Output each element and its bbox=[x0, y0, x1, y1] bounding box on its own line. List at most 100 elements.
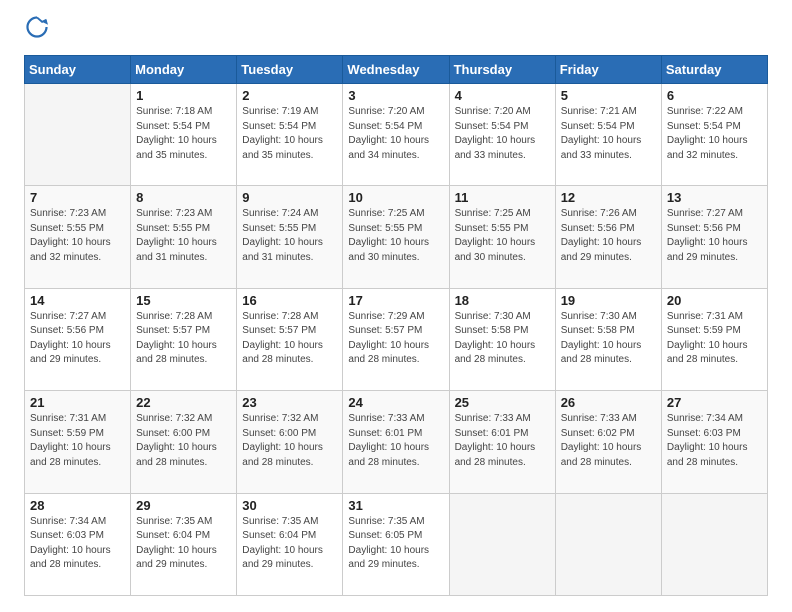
day-number: 26 bbox=[561, 395, 656, 410]
day-cell: 26 Sunrise: 7:33 AM Sunset: 6:02 PM Dayli… bbox=[555, 391, 661, 493]
day-cell bbox=[25, 84, 131, 186]
day-info: Sunrise: 7:30 AM Sunset: 5:58 PM Dayligh… bbox=[561, 310, 656, 368]
day-info: Sunrise: 7:20 AM Sunset: 5:54 PM Dayligh… bbox=[455, 105, 550, 163]
day-number: 13 bbox=[667, 190, 762, 205]
day-cell: 20 Sunrise: 7:31 AM Sunset: 5:59 PM Dayli… bbox=[661, 288, 767, 390]
day-cell: 30 Sunrise: 7:35 AM Sunset: 6:04 PM Dayli… bbox=[237, 493, 343, 595]
day-info: Sunrise: 7:22 AM Sunset: 5:54 PM Dayligh… bbox=[667, 105, 762, 163]
day-info: Sunrise: 7:32 AM Sunset: 6:00 PM Dayligh… bbox=[242, 412, 337, 470]
day-cell: 12 Sunrise: 7:26 AM Sunset: 5:56 PM Dayli… bbox=[555, 186, 661, 288]
weekday-header-row: SundayMondayTuesdayWednesdayThursdayFrid… bbox=[25, 56, 768, 84]
day-info: Sunrise: 7:27 AM Sunset: 5:56 PM Dayligh… bbox=[30, 310, 125, 368]
day-number: 22 bbox=[136, 395, 231, 410]
day-info: Sunrise: 7:23 AM Sunset: 5:55 PM Dayligh… bbox=[136, 207, 231, 265]
day-number: 14 bbox=[30, 293, 125, 308]
day-number: 1 bbox=[136, 88, 231, 103]
day-info: Sunrise: 7:34 AM Sunset: 6:03 PM Dayligh… bbox=[30, 515, 125, 573]
day-cell: 7Sunrise: 7:23 AM Sunset: 5:55 PM Daylig… bbox=[25, 186, 131, 288]
day-info: Sunrise: 7:34 AM Sunset: 6:03 PM Dayligh… bbox=[667, 412, 762, 470]
day-number: 21 bbox=[30, 395, 125, 410]
day-info: Sunrise: 7:19 AM Sunset: 5:54 PM Dayligh… bbox=[242, 105, 337, 163]
day-cell: 18Sunrise: 7:30 AM Sunset: 5:58 PM Dayli… bbox=[449, 288, 555, 390]
day-number: 8 bbox=[136, 190, 231, 205]
day-cell: 28Sunrise: 7:34 AM Sunset: 6:03 PM Dayli… bbox=[25, 493, 131, 595]
weekday-header-sunday: Sunday bbox=[25, 56, 131, 84]
day-info: Sunrise: 7:24 AM Sunset: 5:55 PM Dayligh… bbox=[242, 207, 337, 265]
week-row-5: 28Sunrise: 7:34 AM Sunset: 6:03 PM Dayli… bbox=[25, 493, 768, 595]
day-cell: 23Sunrise: 7:32 AM Sunset: 6:00 PM Dayli… bbox=[237, 391, 343, 493]
day-number: 5 bbox=[561, 88, 656, 103]
day-cell: 14 Sunrise: 7:27 AM Sunset: 5:56 PM Dayli… bbox=[25, 288, 131, 390]
day-info: Sunrise: 7:21 AM Sunset: 5:54 PM Dayligh… bbox=[561, 105, 656, 163]
day-info: Sunrise: 7:35 AM Sunset: 6:04 PM Dayligh… bbox=[242, 515, 337, 573]
weekday-header-monday: Monday bbox=[131, 56, 237, 84]
day-number: 9 bbox=[242, 190, 337, 205]
day-cell: 6 Sunrise: 7:22 AM Sunset: 5:54 PM Daylig… bbox=[661, 84, 767, 186]
day-number: 24 bbox=[348, 395, 443, 410]
day-cell bbox=[449, 493, 555, 595]
day-number: 4 bbox=[455, 88, 550, 103]
day-cell: 27 Sunrise: 7:34 AM Sunset: 6:03 PM Dayli… bbox=[661, 391, 767, 493]
day-cell: 10 Sunrise: 7:25 AM Sunset: 5:55 PM Dayli… bbox=[343, 186, 449, 288]
day-number: 15 bbox=[136, 293, 231, 308]
day-number: 6 bbox=[667, 88, 762, 103]
day-info: Sunrise: 7:26 AM Sunset: 5:56 PM Dayligh… bbox=[561, 207, 656, 265]
day-cell: 8 Sunrise: 7:23 AM Sunset: 5:55 PM Daylig… bbox=[131, 186, 237, 288]
day-number: 2 bbox=[242, 88, 337, 103]
day-cell: 25Sunrise: 7:33 AM Sunset: 6:01 PM Dayli… bbox=[449, 391, 555, 493]
weekday-header-saturday: Saturday bbox=[661, 56, 767, 84]
day-number: 11 bbox=[455, 190, 550, 205]
day-info: Sunrise: 7:31 AM Sunset: 5:59 PM Dayligh… bbox=[667, 310, 762, 368]
day-cell: 4 Sunrise: 7:20 AM Sunset: 5:54 PM Daylig… bbox=[449, 84, 555, 186]
day-info: Sunrise: 7:33 AM Sunset: 6:01 PM Dayligh… bbox=[348, 412, 443, 470]
day-number: 16 bbox=[242, 293, 337, 308]
day-info: Sunrise: 7:35 AM Sunset: 6:04 PM Dayligh… bbox=[136, 515, 231, 573]
header bbox=[24, 20, 768, 43]
day-info: Sunrise: 7:32 AM Sunset: 6:00 PM Dayligh… bbox=[136, 412, 231, 470]
page: SundayMondayTuesdayWednesdayThursdayFrid… bbox=[0, 0, 792, 612]
day-cell: 11 Sunrise: 7:25 AM Sunset: 5:55 PM Dayli… bbox=[449, 186, 555, 288]
day-cell: 29 Sunrise: 7:35 AM Sunset: 6:04 PM Dayli… bbox=[131, 493, 237, 595]
day-info: Sunrise: 7:27 AM Sunset: 5:56 PM Dayligh… bbox=[667, 207, 762, 265]
day-cell: 21 Sunrise: 7:31 AM Sunset: 5:59 PM Dayli… bbox=[25, 391, 131, 493]
weekday-header-tuesday: Tuesday bbox=[237, 56, 343, 84]
day-cell: 5 Sunrise: 7:21 AM Sunset: 5:54 PM Daylig… bbox=[555, 84, 661, 186]
week-row-1: 1 Sunrise: 7:18 AM Sunset: 5:54 PM Daylig… bbox=[25, 84, 768, 186]
week-row-3: 14 Sunrise: 7:27 AM Sunset: 5:56 PM Dayli… bbox=[25, 288, 768, 390]
day-info: Sunrise: 7:33 AM Sunset: 6:02 PM Dayligh… bbox=[561, 412, 656, 470]
day-number: 25 bbox=[455, 395, 550, 410]
calendar-table: SundayMondayTuesdayWednesdayThursdayFrid… bbox=[24, 55, 768, 596]
day-number: 19 bbox=[561, 293, 656, 308]
day-cell: 2 Sunrise: 7:19 AM Sunset: 5:54 PM Daylig… bbox=[237, 84, 343, 186]
day-info: Sunrise: 7:25 AM Sunset: 5:55 PM Dayligh… bbox=[455, 207, 550, 265]
day-cell: 15Sunrise: 7:28 AM Sunset: 5:57 PM Dayli… bbox=[131, 288, 237, 390]
day-info: Sunrise: 7:18 AM Sunset: 5:54 PM Dayligh… bbox=[136, 105, 231, 163]
day-info: Sunrise: 7:25 AM Sunset: 5:55 PM Dayligh… bbox=[348, 207, 443, 265]
day-info: Sunrise: 7:30 AM Sunset: 5:58 PM Dayligh… bbox=[455, 310, 550, 368]
day-number: 20 bbox=[667, 293, 762, 308]
day-number: 12 bbox=[561, 190, 656, 205]
week-row-4: 21 Sunrise: 7:31 AM Sunset: 5:59 PM Dayli… bbox=[25, 391, 768, 493]
day-cell: 22 Sunrise: 7:32 AM Sunset: 6:00 PM Dayli… bbox=[131, 391, 237, 493]
day-cell: 16 Sunrise: 7:28 AM Sunset: 5:57 PM Dayli… bbox=[237, 288, 343, 390]
weekday-header-thursday: Thursday bbox=[449, 56, 555, 84]
day-cell bbox=[555, 493, 661, 595]
logo-icon bbox=[26, 16, 48, 38]
day-number: 30 bbox=[242, 498, 337, 513]
day-cell bbox=[661, 493, 767, 595]
day-number: 10 bbox=[348, 190, 443, 205]
day-number: 31 bbox=[348, 498, 443, 513]
day-cell: 31Sunrise: 7:35 AM Sunset: 6:05 PM Dayli… bbox=[343, 493, 449, 595]
weekday-header-friday: Friday bbox=[555, 56, 661, 84]
day-number: 17 bbox=[348, 293, 443, 308]
day-info: Sunrise: 7:20 AM Sunset: 5:54 PM Dayligh… bbox=[348, 105, 443, 163]
day-info: Sunrise: 7:28 AM Sunset: 5:57 PM Dayligh… bbox=[242, 310, 337, 368]
weekday-header-wednesday: Wednesday bbox=[343, 56, 449, 84]
week-row-2: 7Sunrise: 7:23 AM Sunset: 5:55 PM Daylig… bbox=[25, 186, 768, 288]
day-cell: 17Sunrise: 7:29 AM Sunset: 5:57 PM Dayli… bbox=[343, 288, 449, 390]
day-info: Sunrise: 7:31 AM Sunset: 5:59 PM Dayligh… bbox=[30, 412, 125, 470]
day-number: 27 bbox=[667, 395, 762, 410]
day-number: 29 bbox=[136, 498, 231, 513]
logo bbox=[24, 20, 48, 43]
day-cell: 19 Sunrise: 7:30 AM Sunset: 5:58 PM Dayli… bbox=[555, 288, 661, 390]
